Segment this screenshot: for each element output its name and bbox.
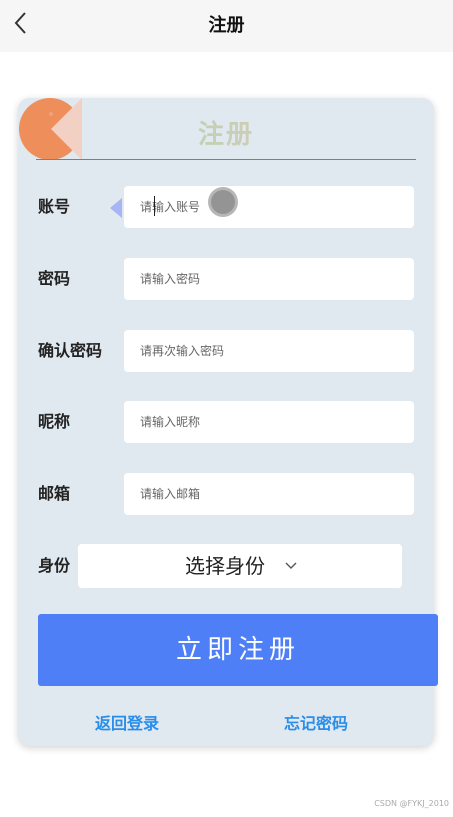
watermark: CSDN @FYKJ_2010 [374, 799, 449, 808]
top-bar: 注册 [0, 0, 453, 52]
password-input[interactable] [124, 258, 414, 300]
identity-row: 身份 选择身份 [18, 544, 434, 588]
page-title: 注册 [208, 15, 245, 36]
identity-select[interactable]: 选择身份 [78, 544, 402, 588]
email-row: 邮箱 [18, 472, 434, 516]
password-row: 密码 [18, 257, 434, 301]
password-label: 密码 [38, 269, 71, 288]
account-label: 账号 [38, 197, 71, 216]
focus-indicator-icon [110, 198, 122, 218]
nickname-label: 昵称 [38, 412, 71, 431]
identity-select-value: 选择身份 [185, 554, 265, 578]
register-button[interactable]: 立即注册 [38, 614, 438, 686]
email-label: 邮箱 [38, 484, 71, 503]
forgot-password-link[interactable]: 忘记密码 [284, 710, 348, 734]
chevron-down-icon [285, 562, 297, 569]
confirm-password-input[interactable] [124, 330, 414, 372]
confirm-password-row: 确认密码 [18, 329, 434, 373]
text-cursor [154, 196, 155, 216]
register-button-label: 立即注册 [175, 635, 300, 665]
account-input[interactable] [124, 186, 414, 228]
title-divider [36, 159, 416, 160]
register-card: 注册 账号 密码 确认密码 昵称 邮箱 身份 选择身份 立即注册 返回登录 [18, 98, 438, 746]
nickname-input[interactable] [124, 401, 414, 443]
email-input[interactable] [124, 473, 414, 515]
identity-label: 身份 [38, 556, 71, 575]
nickname-row: 昵称 [18, 400, 434, 444]
identity-select-text: 选择身份 [78, 544, 402, 588]
touch-indicator [208, 187, 238, 217]
card-title: 注册 [18, 114, 434, 151]
account-row: 账号 [18, 185, 434, 229]
confirm-password-label: 确认密码 [38, 341, 103, 360]
back-to-login-link[interactable]: 返回登录 [95, 710, 159, 734]
